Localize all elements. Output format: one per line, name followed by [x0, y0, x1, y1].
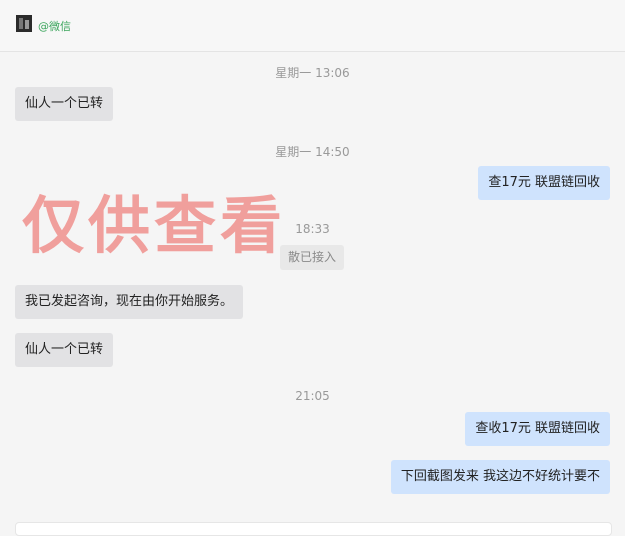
- message-bubble-sent[interactable]: 查17元 联盟链回收: [478, 166, 610, 200]
- system-notice: 散已接入: [280, 245, 345, 270]
- message-input[interactable]: [15, 522, 612, 536]
- timestamp: 21:05: [295, 389, 330, 403]
- message-bubble-sent[interactable]: 下回截图发来 我这边不好统计要不: [390, 460, 610, 494]
- message-bubble-received[interactable]: 仙人一个已转: [15, 333, 114, 367]
- avatar[interactable]: [16, 15, 32, 32]
- chat-header: @微信: [0, 0, 625, 52]
- message-bubble-received[interactable]: 仙人一个已转: [15, 87, 114, 121]
- watermark: 仅供查看: [22, 189, 287, 262]
- timestamp: 星期一 14:50: [275, 145, 350, 159]
- message-bubble-received[interactable]: 我已发起咨询，现在由你开始服务。: [15, 285, 244, 319]
- message-bubble-sent[interactable]: 查收17元 联盟链回收: [465, 412, 610, 446]
- timestamp: 星期一 13:06: [275, 66, 350, 80]
- contact-name[interactable]: @微信: [38, 18, 71, 34]
